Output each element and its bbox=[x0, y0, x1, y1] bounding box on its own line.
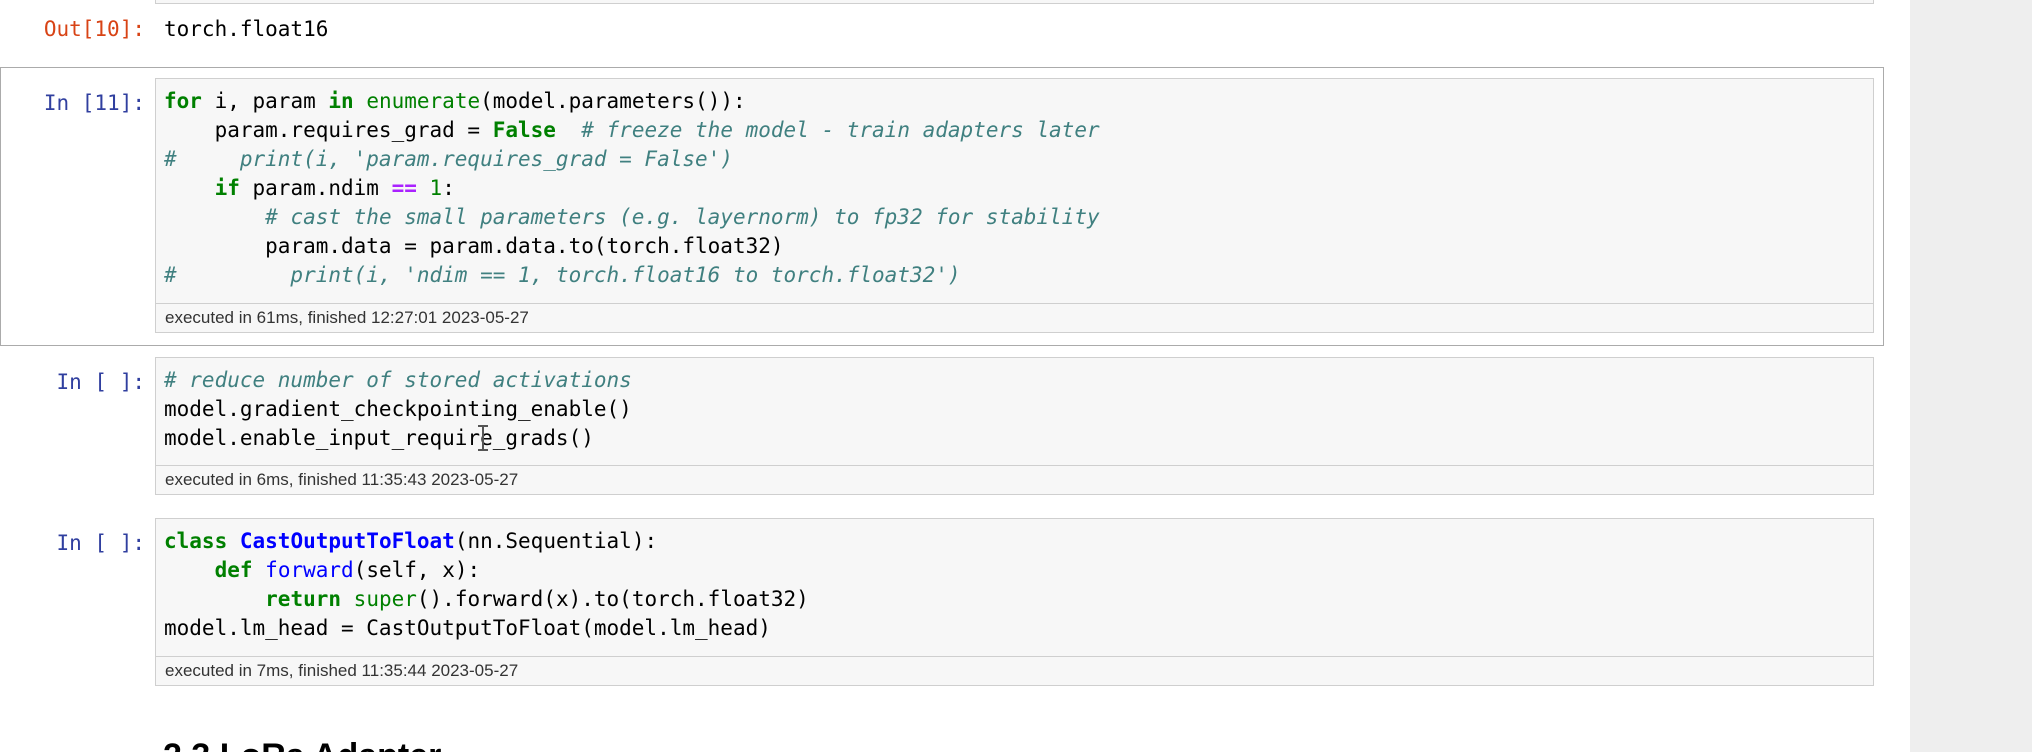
cell-2-execution-info: executed in 6ms, finished 11:35:43 2023-… bbox=[156, 465, 1873, 494]
section-heading: 2.3 LoRa Adapter bbox=[163, 737, 441, 752]
cell-1-execution-info: executed in 61ms, finished 12:27:01 2023… bbox=[156, 303, 1873, 332]
cell-1-code[interactable]: for i, param in enumerate(model.paramete… bbox=[164, 87, 1100, 290]
text-cursor-icon bbox=[478, 425, 488, 451]
code-line: # print(i, 'ndim == 1, torch.float16 to … bbox=[164, 263, 961, 287]
code-line: # print(i, 'param.requires_grad = False'… bbox=[164, 147, 733, 171]
code-line: if param.ndim == 1: bbox=[214, 176, 455, 200]
jupyter-notebook-page: Out[10]: torch.float16 In [11]: for i, p… bbox=[0, 0, 2032, 752]
code-line: model.lm_head = CastOutputToFloat(model.… bbox=[164, 616, 771, 640]
code-line: return super().forward(x).to(torch.float… bbox=[265, 587, 809, 611]
output-prompt: Out[10]: bbox=[43, 17, 145, 41]
cell-3-execution-info: executed in 7ms, finished 11:35:44 2023-… bbox=[156, 656, 1873, 685]
code-line: def forward(self, x): bbox=[214, 558, 481, 582]
code-line: # cast the small parameters (e.g. layern… bbox=[265, 205, 1100, 229]
code-line: for i, param in enumerate(model.paramete… bbox=[164, 89, 746, 113]
code-line: param.requires_grad = False # freeze the… bbox=[164, 118, 1100, 142]
right-gutter bbox=[1910, 0, 2032, 752]
code-line: # reduce number of stored activations bbox=[164, 368, 632, 392]
code-line: param.data = param.data.to(torch.float32… bbox=[164, 234, 784, 258]
cell-1-prompt: In [11]: bbox=[43, 91, 145, 115]
cell-3-code[interactable]: class CastOutputToFloat(nn.Sequential): … bbox=[164, 527, 809, 643]
cell-3-prompt: In [ ]: bbox=[56, 531, 145, 555]
code-line: model.enable_input_require_grads() bbox=[164, 426, 594, 450]
cell-2-code[interactable]: # reduce number of stored activations mod… bbox=[164, 366, 632, 453]
cell-2-input-area[interactable]: # reduce number of stored activations mod… bbox=[155, 357, 1874, 495]
cell-3-input-area[interactable]: class CastOutputToFloat(nn.Sequential): … bbox=[155, 518, 1874, 686]
notebook-container: Out[10]: torch.float16 In [11]: for i, p… bbox=[0, 0, 1910, 752]
output-text: torch.float16 bbox=[164, 17, 329, 41]
previous-cell-edge bbox=[155, 0, 1874, 4]
code-line: model.gradient_checkpointing_enable() bbox=[164, 397, 632, 421]
code-line: class CastOutputToFloat(nn.Sequential): bbox=[164, 529, 658, 553]
cell-1-input-area[interactable]: for i, param in enumerate(model.paramete… bbox=[155, 78, 1874, 333]
cell-2-prompt: In [ ]: bbox=[56, 370, 145, 394]
